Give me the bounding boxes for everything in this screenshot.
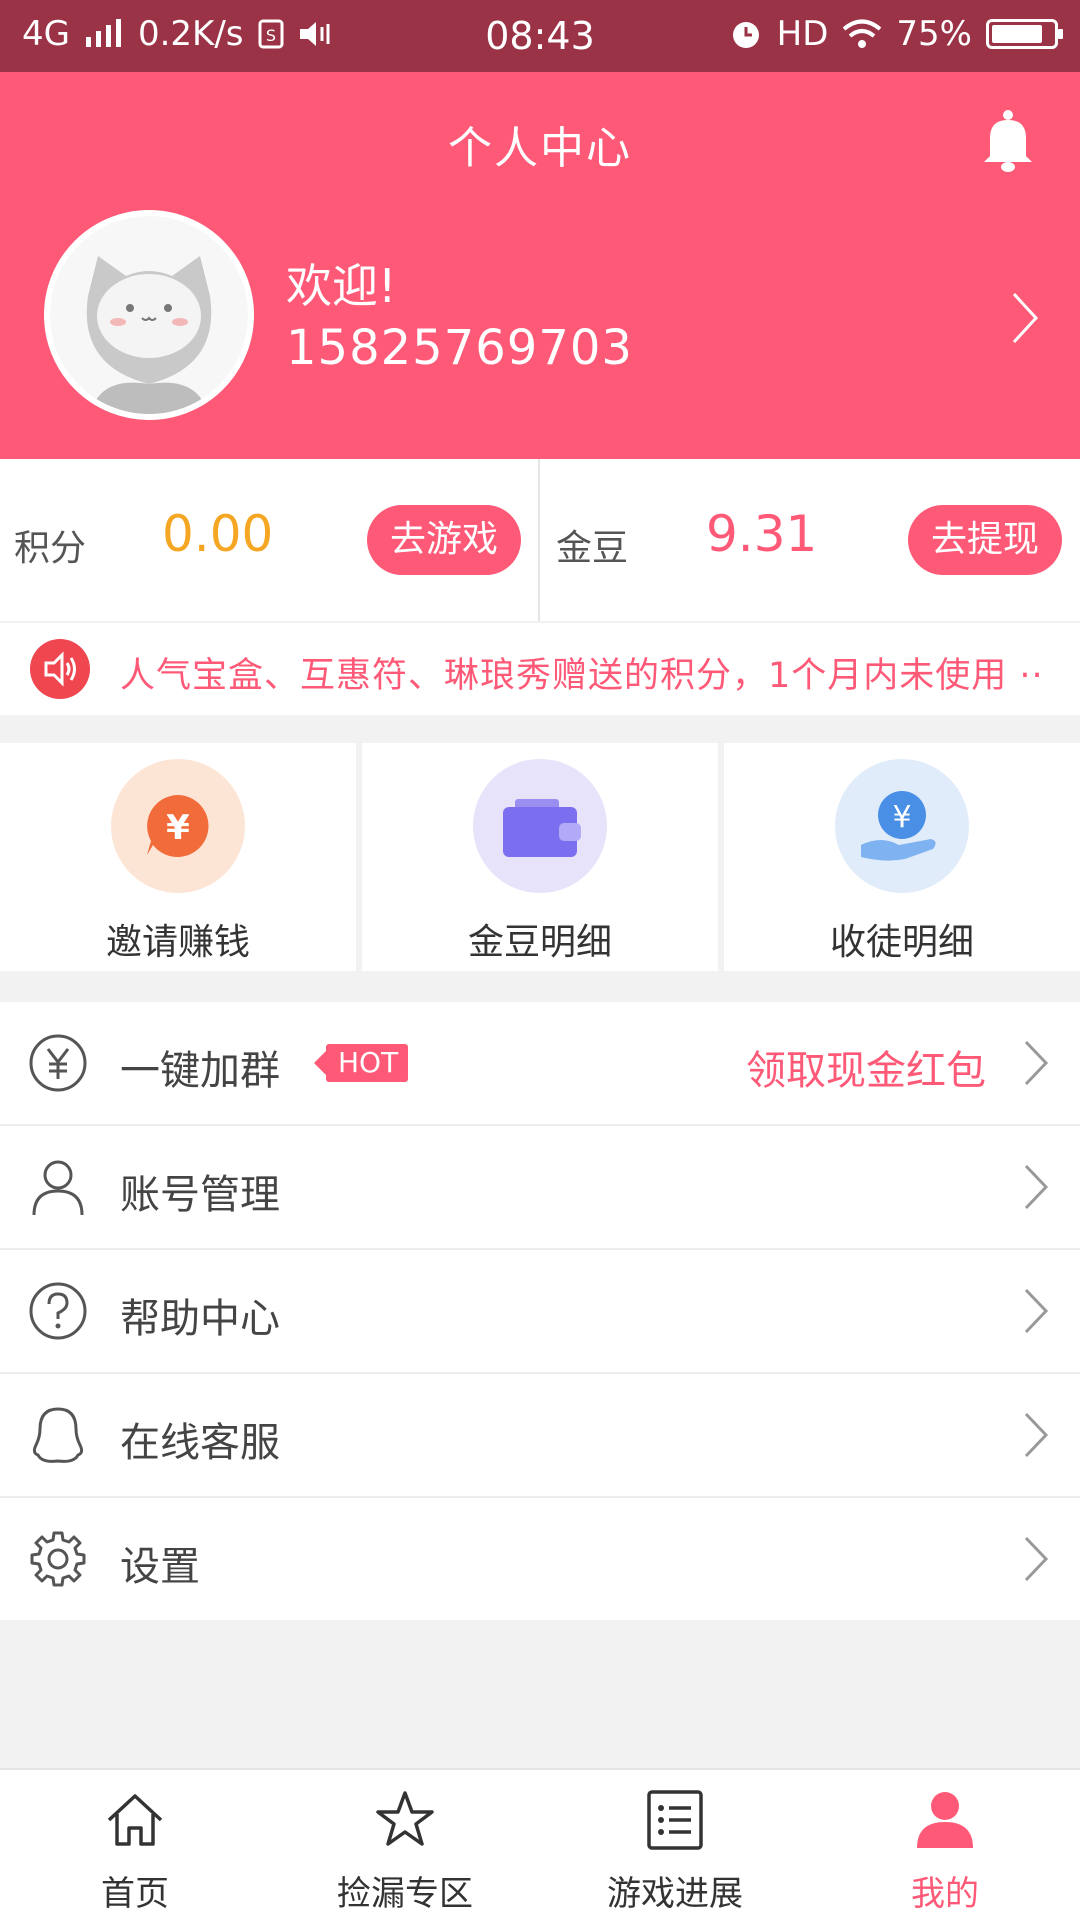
gear-icon: [30, 1531, 86, 1587]
speaker-icon: [30, 639, 90, 699]
invite-earn-item[interactable]: ¥ 邀请赚钱: [0, 743, 356, 971]
beans-label: 金豆: [556, 528, 629, 569]
page-title: 个人中心: [448, 123, 632, 174]
bean-detail-item[interactable]: 金豆明细: [362, 743, 718, 971]
menu-item-join-group[interactable]: 一键加群 HOT 领取现金红包: [0, 1002, 1080, 1126]
settings-menu: 一键加群 HOT 领取现金红包 账号管理 帮助中心 在线客服 设置: [0, 1002, 1080, 1620]
tab-home[interactable]: 首页: [0, 1770, 270, 1922]
play-game-button[interactable]: 去游戏: [367, 505, 521, 575]
tab-label: 首页: [101, 1874, 169, 1914]
svg-text:¥: ¥: [166, 808, 190, 848]
menu-label: 帮助中心: [120, 1296, 280, 1342]
apprentice-detail-item[interactable]: ¥ 收徒明细: [724, 743, 1080, 971]
tab-label: 捡漏专区: [337, 1874, 473, 1914]
chevron-right-icon: [1024, 1040, 1049, 1086]
list-icon: [647, 1790, 703, 1850]
chevron-right-icon: [1024, 1412, 1049, 1458]
feature-label: 邀请赚钱: [105, 922, 250, 963]
feature-grid: ¥ 邀请赚钱 金豆明细 ¥ 收徒明细: [0, 743, 1080, 971]
notice-bar[interactable]: 人气宝盒、互惠符、琳琅秀赠送的积分，1个月内未使用 ··: [0, 623, 1080, 715]
battery-percent: 75%: [896, 14, 972, 54]
tab-label: 游戏进展: [607, 1874, 743, 1914]
tab-mine[interactable]: 我的: [810, 1770, 1080, 1922]
bottom-tab-bar: 首页 捡漏专区 游戏进展 我的: [0, 1768, 1080, 1922]
help-icon: [29, 1282, 87, 1340]
person-icon: [917, 1792, 973, 1848]
bell-icon[interactable]: [978, 108, 1038, 174]
yuan-circle-icon: [29, 1034, 87, 1092]
notice-text: 人气宝盒、互惠符、琳琅秀赠送的积分，1个月内未使用 ··: [120, 656, 1044, 696]
yuan-chat-icon: ¥: [111, 759, 245, 893]
chevron-right-icon: [1024, 1288, 1049, 1334]
avatar[interactable]: [44, 210, 254, 420]
home-icon: [107, 1794, 163, 1846]
menu-item-account[interactable]: 账号管理: [0, 1126, 1080, 1250]
profile-header: 个人中心 欢迎! 15825769703: [0, 72, 1080, 459]
menu-label: 设置: [120, 1544, 200, 1590]
coin-hand-icon: ¥: [835, 759, 969, 893]
alarm-icon: [732, 22, 759, 48]
chevron-right-icon[interactable]: [1010, 290, 1040, 346]
tab-bargain[interactable]: 捡漏专区: [270, 1770, 540, 1922]
menu-item-help[interactable]: 帮助中心: [0, 1250, 1080, 1374]
feature-label: 收徒明细: [829, 922, 974, 963]
red-packet-link[interactable]: 领取现金红包: [746, 1038, 986, 1096]
hot-badge: HOT: [313, 1044, 409, 1082]
star-icon: [376, 1791, 434, 1846]
phone-number: 15825769703: [286, 320, 633, 376]
hd-label: HD: [776, 14, 829, 54]
chevron-right-icon: [1024, 1536, 1049, 1582]
points-label: 积分: [14, 528, 87, 569]
chevron-right-icon: [1024, 1164, 1049, 1210]
wallet-icon: [473, 759, 607, 893]
menu-label: 账号管理: [120, 1172, 280, 1218]
withdraw-button[interactable]: 去提现: [908, 505, 1062, 575]
menu-item-settings[interactable]: 设置: [0, 1498, 1080, 1620]
feature-label: 金豆明细: [467, 922, 612, 963]
menu-item-customer-service[interactable]: 在线客服: [0, 1374, 1080, 1498]
points-value: 0.00: [162, 505, 274, 563]
status-bar: 4G 0.2K/s S 08:43 HD 75%: [0, 0, 1080, 72]
wifi-icon: [843, 19, 882, 48]
menu-label: 在线客服: [120, 1420, 280, 1466]
chat-bubble-icon: [32, 1407, 84, 1463]
beans-value: 9.31: [706, 505, 818, 563]
tab-game-progress[interactable]: 游戏进展: [540, 1770, 810, 1922]
battery-icon: [986, 19, 1063, 49]
tab-label: 我的: [911, 1874, 979, 1914]
user-icon: [32, 1160, 84, 1216]
welcome-text: 欢迎!: [286, 259, 397, 313]
beans-section: 金豆 9.31 去提现: [540, 459, 1079, 621]
balance-panel: 积分 0.00 去游戏 金豆 9.31 去提现: [0, 459, 1080, 621]
points-section: 积分 0.00 去游戏: [0, 459, 539, 621]
svg-text:¥: ¥: [892, 800, 911, 835]
menu-label: 一键加群: [120, 1048, 280, 1094]
